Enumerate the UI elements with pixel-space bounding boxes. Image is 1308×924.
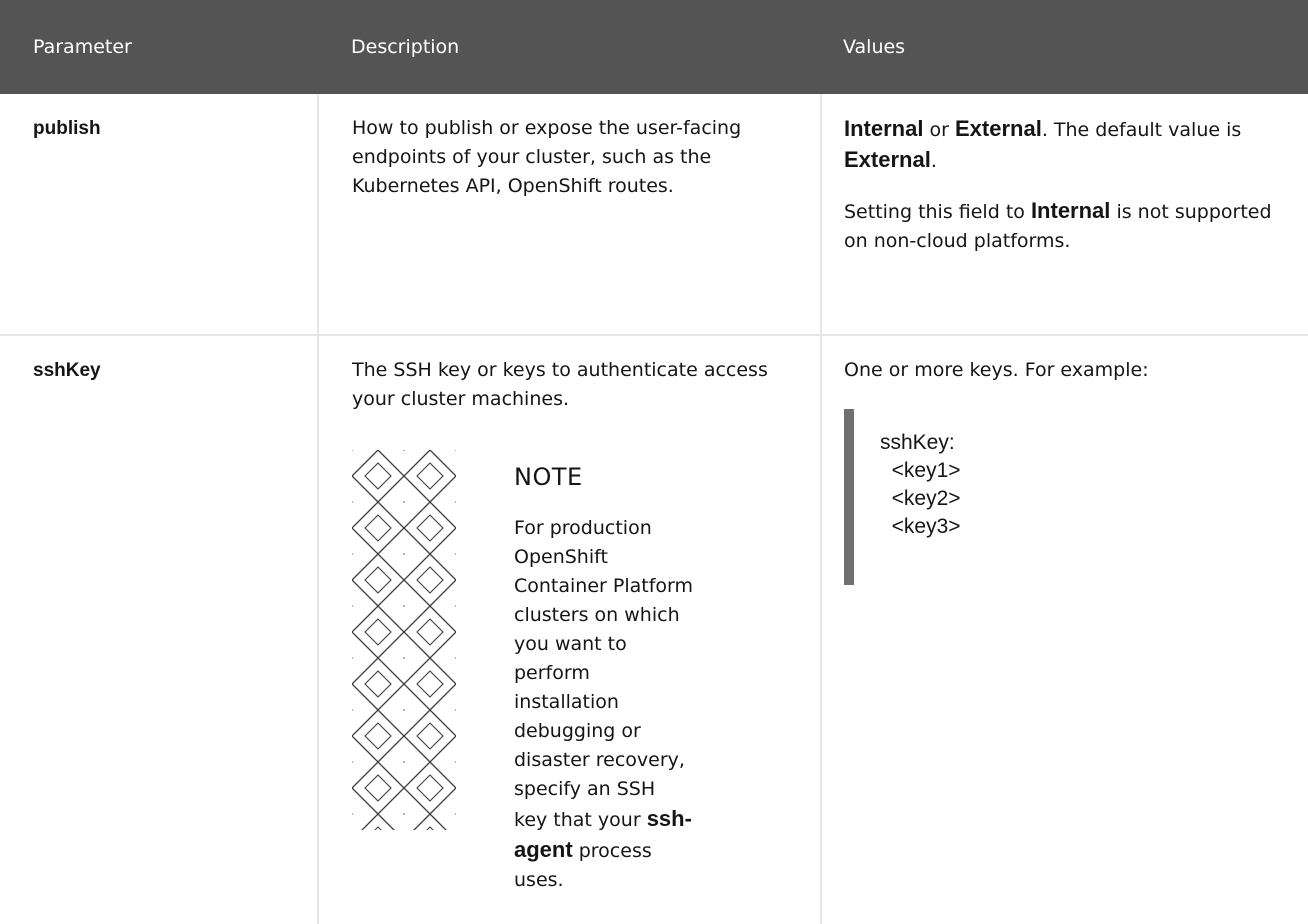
note-text-before: For production OpenShift Container Platf… — [514, 517, 694, 831]
note-title: NOTE — [514, 463, 583, 491]
diamond-lattice-pattern-icon — [352, 450, 456, 830]
param-values-sshkey: One or more keys. For example: sshKey: <… — [821, 335, 1308, 924]
note-admonition: NOTE For production OpenShift Container … — [352, 450, 796, 891]
note-body: NOTE For production OpenShift Container … — [514, 450, 694, 895]
table-header: Parameter Description Values — [0, 0, 1308, 94]
description-text: How to publish or expose the user-facing… — [352, 117, 742, 197]
table-row-publish: publish How to publish or expose the use… — [0, 94, 1308, 336]
values-paragraph-default: Internal or External. The default value … — [844, 114, 1292, 176]
param-description-sshkey: The SSH key or keys to authenticate acce… — [318, 335, 822, 924]
table-row-sshkey: sshKey The SSH key or keys to authentica… — [0, 335, 1308, 924]
param-values-publish: Internal or External. The default value … — [821, 94, 1308, 336]
param-description-publish: How to publish or expose the user-facing… — [318, 94, 822, 336]
values-paragraph-setting: Setting this field to Internal is not su… — [844, 196, 1292, 256]
param-name-sshkey: sshKey — [0, 335, 319, 924]
value-internal: Internal — [844, 116, 924, 141]
value-external: External — [954, 116, 1042, 141]
setting-value: Internal — [1030, 198, 1111, 223]
code-block-bar — [844, 409, 854, 585]
code-listing: sshKey: <key1> <key2> <key3> — [880, 431, 961, 538]
value-default: External — [844, 147, 931, 172]
param-name-publish: publish — [0, 94, 319, 336]
values-default-text: . The default value is — [1041, 119, 1242, 141]
code-block: sshKey: <key1> <key2> <key3> — [844, 409, 1292, 585]
header-row: Parameter Description Values — [0, 0, 1308, 94]
header-description: Description — [318, 0, 821, 94]
values-or-text: or — [923, 119, 955, 141]
setting-prefix-text: Setting this field to — [844, 201, 1031, 223]
description-text: The SSH key or keys to authenticate acce… — [352, 359, 768, 410]
header-values: Values — [821, 0, 1308, 94]
header-parameter: Parameter — [0, 0, 318, 94]
values-period: . — [930, 150, 937, 172]
note-text: For production OpenShift Container Platf… — [514, 514, 694, 895]
values-intro: One or more keys. For example: — [844, 359, 1149, 381]
parameters-table: Parameter Description Values publish How… — [0, 0, 1308, 924]
